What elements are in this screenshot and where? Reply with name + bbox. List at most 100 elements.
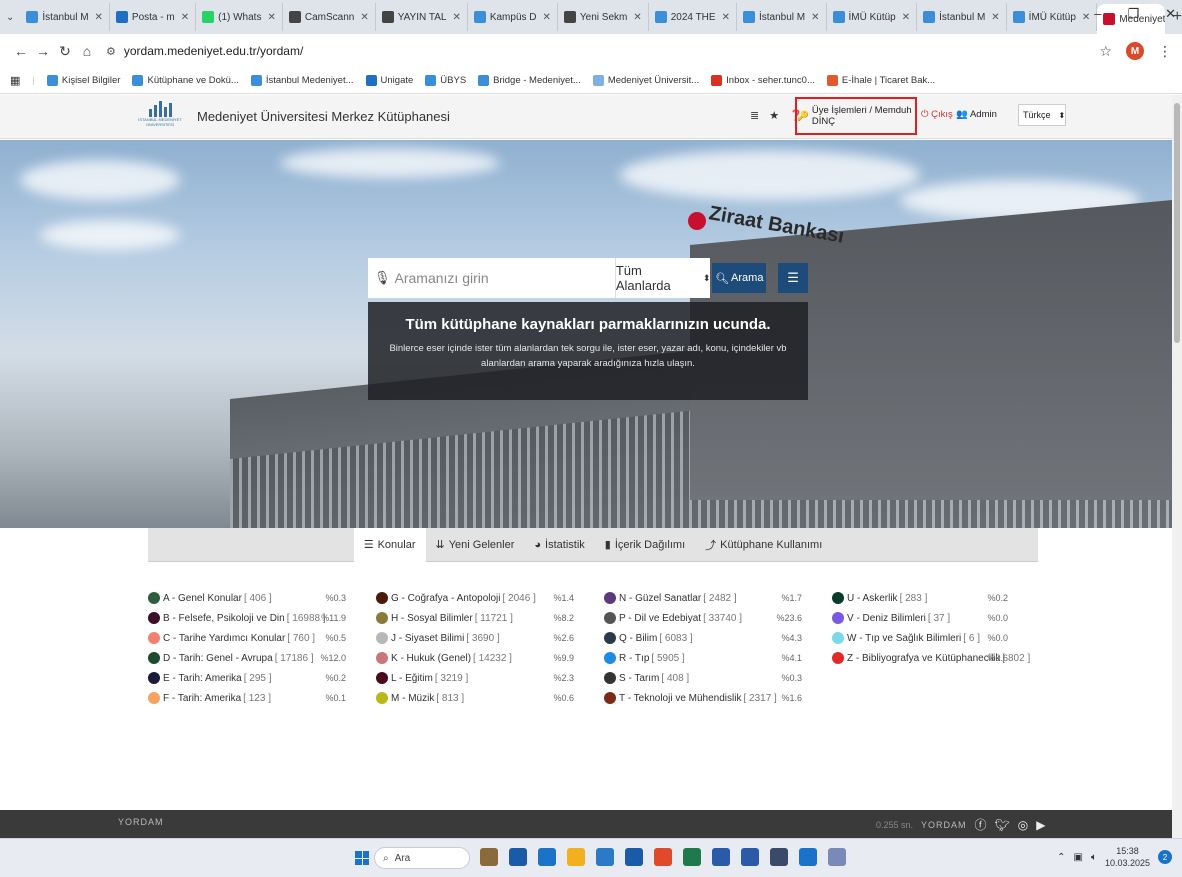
browser-tab[interactable]: Posta - m ✕ [110, 3, 197, 31]
browser-tab[interactable]: İstanbul M ✕ [737, 3, 827, 31]
taskbar-app-icon[interactable] [625, 848, 643, 866]
bookmark-item[interactable]: ÜBYS [425, 75, 466, 86]
microphone-icon[interactable]: 🎙 [374, 270, 391, 286]
twitter-icon[interactable]: 🐦︎ [995, 818, 1010, 832]
back-icon[interactable]: ← [10, 43, 32, 59]
logout-link[interactable]: ⏻ Çıkış [921, 109, 953, 120]
home-icon[interactable]: ⌂ [76, 43, 98, 59]
page-scrollbar[interactable] [1172, 95, 1182, 838]
close-tab-icon[interactable]: ✕ [452, 12, 460, 23]
tab-item[interactable]: ◕ İstatistik [524, 528, 594, 562]
network-icon[interactable]: ▣ [1074, 852, 1083, 863]
topic-item[interactable]: F - Tarih: Amerika[ 123 ] %0.1 [148, 688, 376, 708]
topic-item[interactable]: H - Sosyal Bilimler[ 11721 ] %8.2 [376, 608, 604, 628]
tab-konular[interactable]: ☰ Konular [353, 527, 426, 562]
close-tab-icon[interactable]: ✕ [722, 12, 730, 23]
site-info-icon[interactable]: ⚙ [106, 45, 116, 58]
restore-icon[interactable]: ❐ [1127, 6, 1139, 22]
browser-tab[interactable]: İMÜ Kütüp ✕ [827, 3, 918, 31]
topic-item[interactable]: N - Güzel Sanatlar[ 2482 ] %1.7 [604, 588, 832, 608]
browser-tab[interactable]: İstanbul M ✕ [20, 3, 110, 31]
notification-badge[interactable]: 2 [1158, 850, 1172, 864]
browser-tab[interactable]: YAYIN TAL ✕ [376, 3, 468, 31]
close-tab-icon[interactable]: ✕ [181, 12, 189, 23]
topic-item[interactable]: L - Eğitim[ 3219 ] %2.3 [376, 668, 604, 688]
site-title[interactable]: Medeniyet Üniversitesi Merkez Kütüphanes… [197, 109, 450, 124]
browser-tab[interactable]: (1) Whats ✕ [196, 3, 283, 31]
list-icon[interactable]: ≣ [750, 109, 759, 122]
search-button[interactable]: 🔍︎ Arama [712, 263, 767, 293]
taskbar-app-icon[interactable] [799, 848, 817, 866]
youtube-icon[interactable]: ▶ [1036, 818, 1045, 832]
browser-tab[interactable]: Yeni Sekm ✕ [558, 3, 649, 31]
taskbar-app-icon[interactable] [741, 848, 759, 866]
member-operations-link[interactable]: 🔑 Üye İşlemleri / Memduh DİNÇ [795, 97, 917, 135]
taskbar-app-icon[interactable] [480, 848, 498, 866]
instagram-icon[interactable]: ◎ [1018, 818, 1028, 832]
bookmark-item[interactable]: Kişisel Bilgiler [46, 75, 120, 86]
tab-item[interactable]: ▮ İçerik Dağılımı [595, 528, 695, 562]
taskbar-app-icon[interactable] [509, 848, 527, 866]
tab-item[interactable]: ⤴ Kütüphane Kullanımı [695, 528, 832, 562]
close-tab-icon[interactable]: ✕ [902, 12, 910, 23]
close-tab-icon[interactable]: ✕ [1082, 12, 1090, 23]
topic-item[interactable]: V - Deniz Bilimleri[ 37 ] %0.0 [832, 608, 1038, 628]
topic-item[interactable]: S - Tarım[ 408 ] %0.3 [604, 668, 832, 688]
forward-icon[interactable]: → [32, 43, 54, 59]
taskbar-app-icon[interactable] [828, 848, 846, 866]
close-tab-icon[interactable]: ✕ [95, 12, 103, 23]
taskbar-clock[interactable]: 15:38 10.03.2025 [1105, 845, 1150, 869]
scrollbar-thumb[interactable] [1174, 103, 1180, 343]
taskbar-search[interactable]: ⌕ Ara [374, 847, 470, 869]
topic-item[interactable]: M - Müzik[ 813 ] %0.6 [376, 688, 604, 708]
window-close-icon[interactable]: ✕ [1165, 6, 1176, 22]
bookmark-item[interactable]: İstanbul Medeniyet... [250, 75, 354, 86]
browser-tab[interactable]: Kampüs D ✕ [468, 3, 558, 31]
topic-item[interactable]: K - Hukuk (Genel)[ 14232 ] %9.9 [376, 648, 604, 668]
search-input[interactable]: 🎙 Aramanızı girin [368, 258, 615, 298]
browser-tab[interactable]: 2024 THE ✕ [649, 3, 737, 31]
taskbar-app-icon[interactable] [654, 848, 672, 866]
bookmark-item[interactable]: Unigate [365, 75, 413, 86]
tab-search-chevron-icon[interactable]: ⌄ [6, 12, 14, 23]
url-field[interactable]: ⚙ yordam.medeniyet.edu.tr/yordam/ [106, 44, 303, 58]
search-scope-select[interactable]: Tüm Alanlarda ⬍ [614, 258, 711, 298]
topic-item[interactable]: Z - Bibliyografya ve Kütüphanecilik[ 802… [832, 648, 1038, 668]
bookmark-item[interactable]: Kütüphane ve Dokü... [132, 75, 239, 86]
tab-item[interactable]: ⇊ Yeni Gelenler [426, 528, 525, 562]
close-tab-icon[interactable]: ✕ [543, 12, 551, 23]
windows-start-icon[interactable] [355, 851, 369, 865]
taskbar-app-icon[interactable] [538, 848, 556, 866]
close-tab-icon[interactable]: ✕ [811, 12, 819, 23]
taskbar-app-icon[interactable] [567, 848, 585, 866]
topic-item[interactable]: C - Tarihe Yardımcı Konular[ 760 ] %0.5 [148, 628, 376, 648]
topic-item[interactable]: R - Tıp[ 5905 ] %4.1 [604, 648, 832, 668]
volume-icon[interactable]: 🔈︎ [1091, 852, 1097, 863]
close-tab-icon[interactable]: ✕ [267, 12, 275, 23]
taskbar-app-icon[interactable] [712, 848, 730, 866]
topic-item[interactable]: T - Teknoloji ve Mühendislik[ 2317 ] %1.6 [604, 688, 832, 708]
reload-icon[interactable]: ↻ [54, 43, 76, 60]
bookmark-star-icon[interactable]: ☆ [1099, 43, 1112, 60]
advanced-search-button[interactable]: ☰ [778, 263, 808, 293]
topic-item[interactable]: Q - Bilim[ 6083 ] %4.3 [604, 628, 832, 648]
taskbar-app-icon[interactable] [596, 848, 614, 866]
topic-item[interactable]: U - Askerlik[ 283 ] %0.2 [832, 588, 1038, 608]
taskbar-app-icon[interactable] [770, 848, 788, 866]
topic-item[interactable]: E - Tarih: Amerika[ 295 ] %0.2 [148, 668, 376, 688]
topic-item[interactable]: P - Dil ve Edebiyat[ 33740 ] %23.6 [604, 608, 832, 628]
topic-item[interactable]: G - Coğrafya - Antopoloji[ 2046 ] %1.4 [376, 588, 604, 608]
browser-tab[interactable]: İstanbul M ✕ [917, 3, 1007, 31]
browser-tab[interactable]: CamScann ✕ [283, 3, 376, 31]
profile-avatar[interactable]: M [1126, 42, 1144, 60]
tray-chevron-icon[interactable]: ⌃ [1057, 852, 1065, 863]
minimize-icon[interactable]: – [1094, 6, 1101, 22]
facebook-icon[interactable]: ⓕ [975, 816, 987, 833]
browser-menu-icon[interactable]: ⋮ [1158, 43, 1172, 60]
bookmark-item[interactable]: Bridge - Medeniyet... [478, 75, 581, 86]
browser-tab[interactable]: İMÜ Kütüp ✕ [1007, 3, 1098, 31]
bookmark-item[interactable]: E-İhale | Ticaret Bak... [826, 75, 935, 86]
close-tab-icon[interactable]: ✕ [633, 12, 641, 23]
language-select[interactable]: Türkçe ⬍ [1018, 104, 1066, 126]
university-logo[interactable]: İSTANBUL MEDENİYET ÜNİVERSİTESİ [137, 101, 183, 133]
